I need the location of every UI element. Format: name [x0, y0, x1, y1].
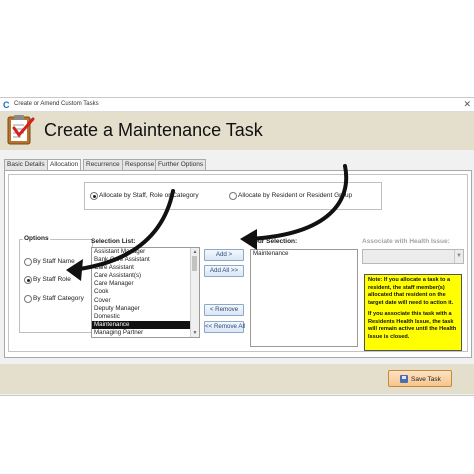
selection-list-item[interactable]: Maintenance — [92, 320, 191, 329]
selection-list-item[interactable]: Care Manager — [92, 280, 191, 288]
page-title: Create a Maintenance Task — [44, 120, 263, 140]
by-staff-name-radio[interactable] — [24, 258, 32, 266]
note-paragraph-2: If you associate this task with a Reside… — [368, 311, 457, 340]
chevron-down-icon[interactable]: ▼ — [454, 250, 463, 263]
allocation-content: Allocate by Staff, Role or Category Allo… — [8, 174, 468, 352]
remove-button[interactable]: < Remove — [204, 304, 244, 316]
health-issue-dropdown[interactable]: ▼ — [362, 249, 464, 264]
selection-list-item[interactable]: Cover — [92, 297, 191, 305]
allocate-by-staff-radio[interactable] — [90, 192, 98, 200]
task-window: C Create or Amend Custom Tasks ✕ Create … — [0, 97, 474, 396]
tab-recurrence[interactable]: Recurrence — [83, 159, 123, 170]
your-selection-label: Your Selection: — [250, 238, 298, 245]
tab-further-options[interactable]: Further Options — [155, 159, 207, 170]
by-staff-role-label: By Staff Role — [33, 276, 71, 283]
allocation-panel: Allocate by Staff, Role or Category Allo… — [4, 170, 472, 358]
options-legend: Options — [23, 235, 50, 242]
selection-list-item[interactable]: Cook — [92, 288, 191, 296]
selection-list-label: Selection List: — [91, 238, 136, 245]
tab-response[interactable]: Response — [122, 159, 158, 170]
selection-list-item[interactable]: Deputy Manager — [92, 305, 191, 313]
save-task-button[interactable]: Save Task — [388, 370, 452, 387]
listbox-scrollbar[interactable]: ▲ ▼ — [190, 248, 199, 337]
clipboard-check-icon — [7, 115, 35, 145]
scroll-down-icon[interactable]: ▼ — [192, 330, 198, 336]
by-staff-name-label: By Staff Name — [33, 258, 75, 265]
scrollbar-thumb[interactable] — [192, 256, 197, 271]
add-all-button[interactable]: Add All >> — [204, 265, 244, 277]
save-task-label: Save Task — [411, 376, 441, 383]
by-staff-role-radio[interactable] — [24, 276, 32, 284]
close-icon[interactable]: ✕ — [463, 99, 471, 110]
floppy-disk-icon — [400, 375, 408, 383]
selection-list-item[interactable]: Managing Partner — [92, 329, 191, 337]
add-button[interactable]: Add > — [204, 249, 244, 261]
selection-list-item[interactable]: Domestic — [92, 313, 191, 321]
allocate-by-resident-label: Allocate by Resident or Resident Group — [238, 192, 353, 199]
health-issue-label: Associate with Health Issue: — [362, 238, 450, 245]
options-group: Options By Staff Name By Staff Role By S… — [19, 235, 93, 333]
selection-list-item[interactable]: Care Assistant — [92, 264, 191, 272]
app-logo-icon: C — [3, 100, 10, 110]
selection-listbox[interactable]: Assistant Manager Bank Care Assistant Care… — [91, 247, 200, 338]
allocate-by-resident-radio[interactable] — [229, 192, 237, 200]
allocation-mode-group: Allocate by Staff, Role or Category Allo… — [84, 182, 382, 210]
remove-all-button[interactable]: << Remove All — [204, 321, 245, 333]
selection-list-item[interactable]: Assistant Manager — [92, 248, 191, 256]
footer-bar: Save Task — [0, 364, 474, 394]
tab-basic-details[interactable]: Basic Details — [4, 159, 48, 170]
window-title: Create or Amend Custom Tasks — [14, 101, 99, 107]
by-staff-category-label: By Staff Category — [33, 295, 84, 302]
title-bar: C Create or Amend Custom Tasks ✕ — [0, 98, 474, 112]
selection-list-item[interactable]: Bank Care Assistant — [92, 256, 191, 264]
note-box: Note: If you allocate a task to a reside… — [364, 274, 462, 351]
by-staff-category-radio[interactable] — [24, 295, 32, 303]
page-header: Create a Maintenance Task — [0, 112, 474, 150]
selection-list-item[interactable]: Care Assistant(s) — [92, 272, 191, 280]
selection-items: Assistant Manager Bank Care Assistant Care… — [92, 248, 199, 337]
your-selection-listbox[interactable]: Maintenance — [250, 249, 358, 347]
scroll-up-icon[interactable]: ▲ — [192, 249, 198, 255]
your-selection-item[interactable]: Maintenance — [251, 250, 357, 258]
note-paragraph-1: Note: If you allocate a task to a reside… — [368, 277, 454, 306]
allocate-by-staff-label: Allocate by Staff, Role or Category — [99, 192, 199, 199]
